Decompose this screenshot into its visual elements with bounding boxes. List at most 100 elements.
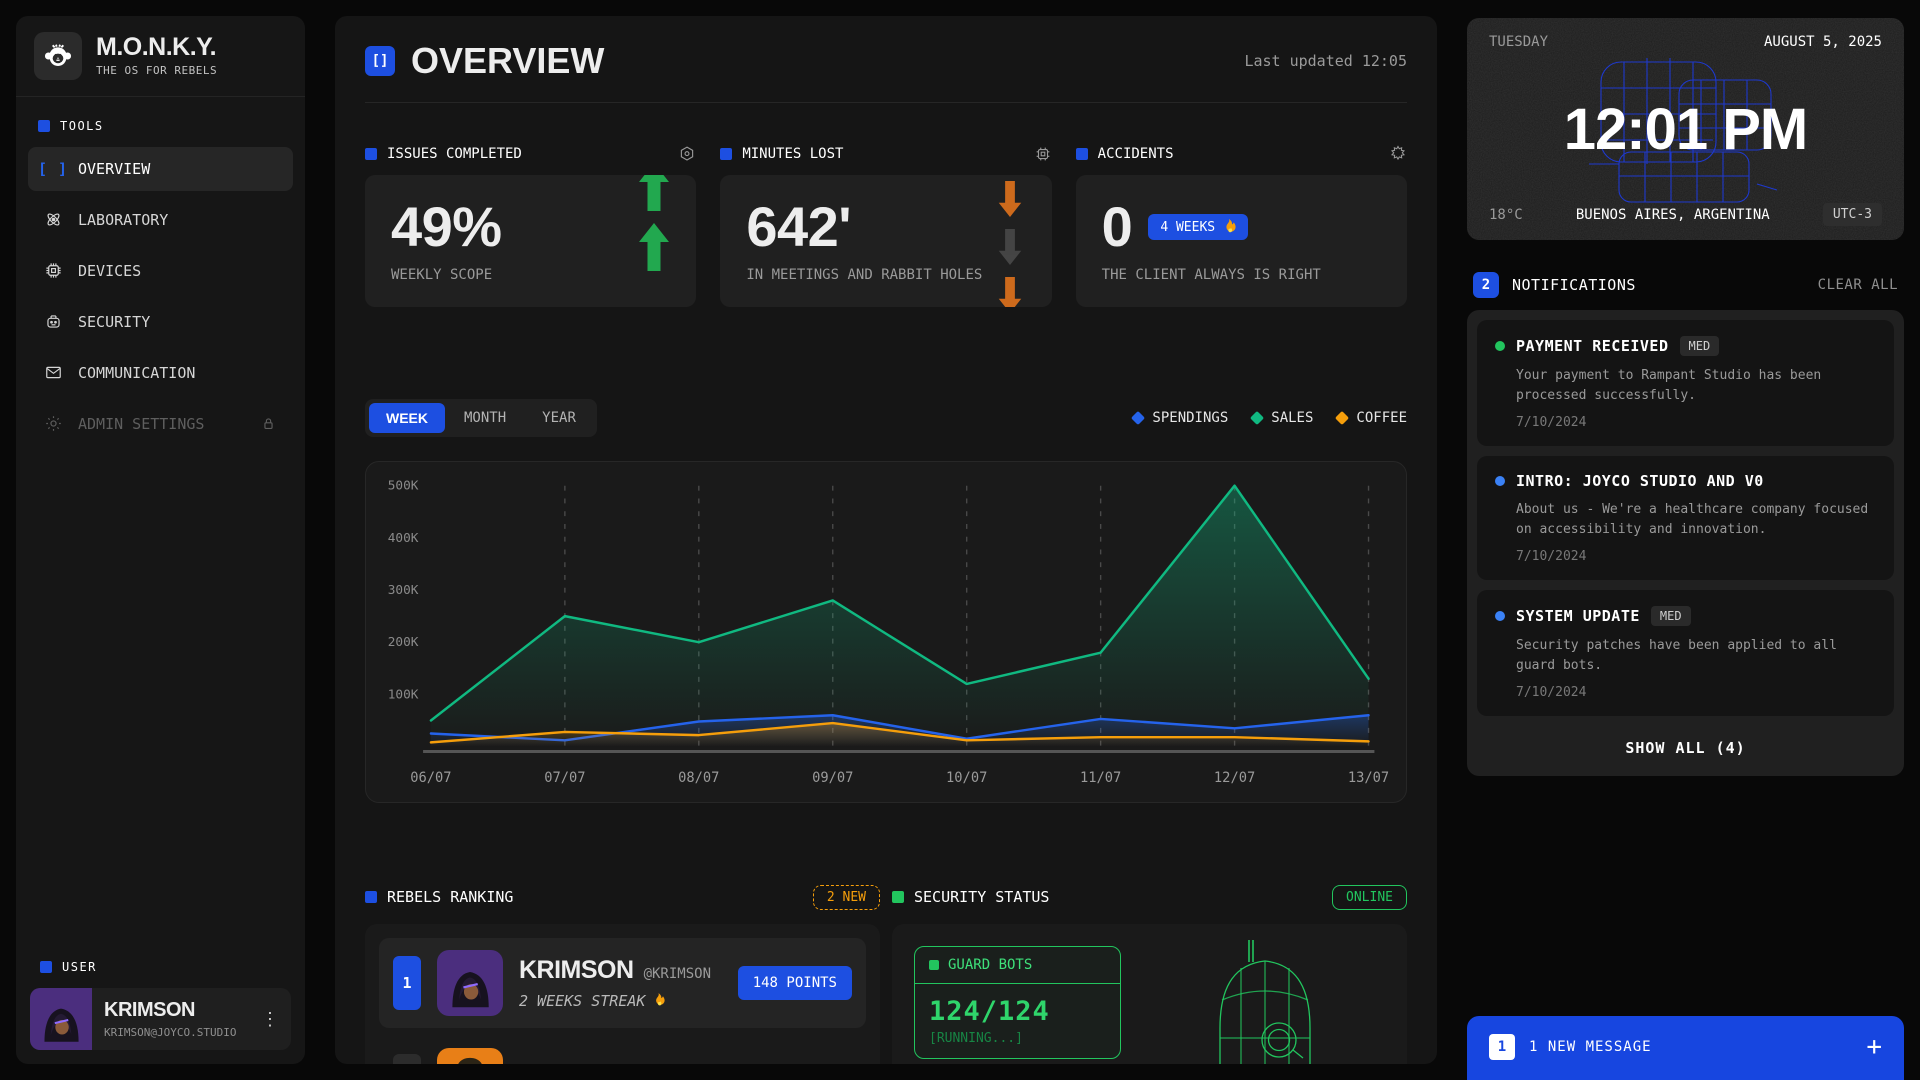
- svg-text:08/07: 08/07: [678, 770, 719, 786]
- brackets-icon: [ ]: [42, 160, 64, 178]
- streak-badge-label: 4 WEEKS: [1160, 220, 1215, 235]
- new-message-bar[interactable]: 1 1 NEW MESSAGE +: [1467, 1016, 1904, 1080]
- brackets-badge-icon: []: [365, 46, 395, 76]
- notification-payment-received[interactable]: PAYMENT RECEIVED MED Your payment to Ram…: [1477, 320, 1894, 446]
- svg-text:400K: 400K: [388, 531, 419, 546]
- kebab-menu-icon[interactable]: ⋮: [249, 1009, 291, 1030]
- svg-text:06/07: 06/07: [410, 770, 451, 786]
- app-logo: M.O.N.K.Y. THE OS FOR REBELS: [16, 16, 305, 97]
- spend-sales-chart: 100K200K300K400K500K06/0707/0708/0709/07…: [365, 461, 1407, 803]
- tab-year[interactable]: YEAR: [525, 403, 593, 433]
- sidebar-item-devices[interactable]: DEVICES: [28, 248, 293, 293]
- range-tabs: WEEK MONTH YEAR: [365, 399, 597, 437]
- user-card[interactable]: KRIMSON KRIMSON@JOYCO.STUDIO ⋮: [30, 988, 291, 1050]
- rank-meta: KRIMSON @KRIMSON 2 WEEKS STREAK: [519, 956, 711, 1010]
- avatar: [30, 988, 92, 1050]
- legend-coffee: COFFEE: [1337, 410, 1407, 426]
- wireframe-robot-illustration: [1137, 938, 1393, 1064]
- new-count-badge: 2 NEW: [813, 885, 880, 910]
- logo-text: M.O.N.K.Y. THE OS FOR REBELS: [96, 35, 217, 77]
- stat-title: ISSUES COMPLETED: [387, 146, 522, 162]
- sidebar-item-label: SECURITY: [78, 313, 150, 331]
- user-label: USER: [62, 960, 97, 974]
- svg-text:200K: 200K: [388, 635, 419, 650]
- blue-square-icon: [365, 148, 377, 160]
- bottom-row: REBELS RANKING 2 NEW 1: [365, 885, 1407, 1064]
- sidebar-item-security[interactable]: SECURITY: [28, 299, 293, 344]
- guard-bots-label: GUARD BOTS: [948, 957, 1032, 973]
- last-updated: Last updated 12:05: [1244, 52, 1407, 70]
- svg-text:12/07: 12/07: [1214, 770, 1255, 786]
- green-square-icon: [929, 960, 939, 970]
- sidebar-item-overview[interactable]: [ ] OVERVIEW: [28, 147, 293, 191]
- security-header: SECURITY STATUS ONLINE: [892, 885, 1407, 910]
- clear-all-button[interactable]: CLEAR ALL: [1818, 277, 1898, 293]
- utc-offset-badge: UTC-3: [1823, 203, 1882, 226]
- chart-controls: WEEK MONTH YEAR SPENDINGS SALES COFFEE: [365, 399, 1407, 437]
- stat-title: ACCIDENTS: [1098, 146, 1174, 162]
- notifications-header: 2 NOTIFICATIONS CLEAR ALL: [1467, 272, 1904, 310]
- sidebar-item-admin-settings[interactable]: ADMIN SETTINGS: [28, 401, 293, 446]
- main-header: [] OVERVIEW Last updated 12:05: [365, 40, 1407, 103]
- user-email: KRIMSON@JOYCO.STUDIO: [104, 1026, 236, 1039]
- clock-bottom-row: 18°C BUENOS AIRES, ARGENTINA UTC-3: [1489, 203, 1882, 226]
- ranking-row-1[interactable]: 1 KRIMSON @KRIMSON: [379, 938, 866, 1028]
- tab-week[interactable]: WEEK: [369, 403, 445, 433]
- notifications-count-badge: 2: [1473, 272, 1499, 298]
- guard-bots-state: [RUNNING...]: [915, 1029, 1120, 1058]
- priority-badge: MED: [1651, 606, 1691, 626]
- legend-label: SALES: [1271, 410, 1313, 426]
- tools-section-label: TOOLS: [28, 113, 293, 147]
- svg-text:10/07: 10/07: [946, 770, 987, 786]
- svg-text:07/07: 07/07: [544, 770, 585, 786]
- blue-square-icon: [720, 148, 732, 160]
- svg-text:11/07: 11/07: [1080, 770, 1121, 786]
- temperature: 18°C: [1489, 207, 1523, 223]
- notification-body: About us - We're a healthcare company fo…: [1516, 500, 1876, 539]
- plus-icon[interactable]: +: [1866, 1034, 1882, 1060]
- points-badge: 148 POINTS: [738, 966, 852, 1000]
- robot-icon: [42, 312, 64, 331]
- spiky-gear-icon: [1389, 145, 1407, 163]
- stat-header: ISSUES COMPLETED: [365, 145, 696, 163]
- notification-intro-joyco[interactable]: INTRO: JOYCO STUDIO AND V0 About us - We…: [1477, 456, 1894, 580]
- diamond-icon: [1131, 411, 1145, 425]
- ranking-title: REBELS RANKING: [387, 888, 513, 906]
- page-title-wrap: [] OVERVIEW: [365, 40, 604, 82]
- sidebar-item-communication[interactable]: COMMUNICATION: [28, 350, 293, 395]
- status-dot: [1495, 476, 1505, 486]
- online-badge: ONLINE: [1332, 885, 1407, 910]
- rank-streak: 2 WEEKS STREAK: [519, 992, 711, 1010]
- ranking-card: 1 KRIMSON @KRIMSON: [365, 924, 880, 1064]
- user-section-label: USER: [30, 954, 291, 988]
- sidebar-item-label: DEVICES: [78, 262, 141, 280]
- rank-handle: @KRIMSON: [644, 966, 711, 982]
- blue-square-icon: [1076, 148, 1088, 160]
- notifications-list: PAYMENT RECEIVED MED Your payment to Ram…: [1467, 310, 1904, 776]
- notification-title: SYSTEM UPDATE: [1516, 607, 1640, 625]
- priority-badge: MED: [1680, 336, 1720, 356]
- avatar: [437, 950, 503, 1016]
- avatar: [437, 1048, 503, 1064]
- stat-header: ACCIDENTS: [1076, 145, 1407, 163]
- blue-square-icon: [365, 891, 377, 903]
- tab-month[interactable]: MONTH: [447, 403, 523, 433]
- page-title: OVERVIEW: [411, 40, 604, 82]
- gear-icon: [42, 414, 64, 433]
- stat-value-row: 0 4 WEEKS: [1102, 199, 1381, 255]
- security-card: GUARD BOTS 124/124 [RUNNING...] FIREWALL: [892, 924, 1407, 1064]
- stat-value: 642': [746, 199, 1025, 255]
- show-all-button[interactable]: SHOW ALL (4): [1477, 726, 1894, 766]
- sidebar: M.O.N.K.Y. THE OS FOR REBELS TOOLS [ ] O…: [16, 16, 305, 1064]
- legend-label: SPENDINGS: [1152, 410, 1228, 426]
- sidebar-item-laboratory[interactable]: LABORATORY: [28, 197, 293, 242]
- green-square-icon: [892, 891, 904, 903]
- notification-date: 7/10/2024: [1516, 549, 1876, 564]
- hex-nut-icon: [678, 145, 696, 163]
- sidebar-nav: TOOLS [ ] OVERVIEW LABORATORY: [16, 97, 305, 468]
- notification-system-update[interactable]: SYSTEM UPDATE MED Security patches have …: [1477, 590, 1894, 716]
- ranking-row-2[interactable]: 2 MATI: [379, 1036, 866, 1064]
- app-title: M.O.N.K.Y.: [96, 35, 217, 60]
- blue-square-icon: [38, 120, 50, 132]
- chip-icon: [1034, 145, 1052, 163]
